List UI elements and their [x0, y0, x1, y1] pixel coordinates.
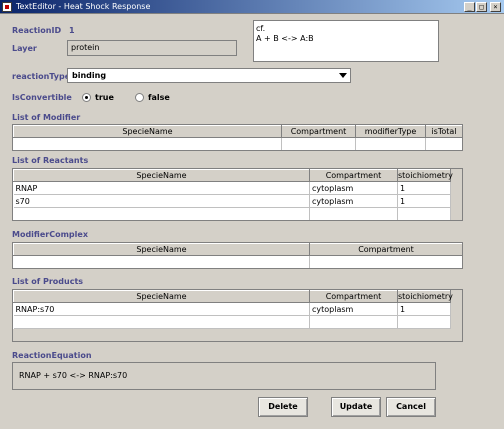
cell-compartment[interactable]: cytoplasm [309, 181, 398, 195]
modifier-complex-table-panel: SpecieName Compartment [12, 242, 463, 269]
column-header-specie-name[interactable]: SpecieName [13, 243, 310, 256]
cell-compartment[interactable]: cytoplasm [309, 194, 398, 208]
note-line-2: A + B <-> A:B [256, 34, 314, 43]
true-radio[interactable] [82, 93, 91, 102]
cell-specie-name[interactable]: s70 [13, 194, 310, 208]
true-radio-label[interactable]: true [95, 93, 114, 102]
reaction-type-value: binding [72, 71, 107, 80]
cell-specie-name[interactable]: RNAP:s70 [13, 302, 310, 316]
cell-stoichiometry[interactable]: 1 [397, 181, 451, 195]
column-header-stoichiometry[interactable]: stoichiometry [397, 290, 453, 303]
modifier-complex-table: SpecieName Compartment [13, 243, 462, 268]
column-header-specie-name[interactable]: SpecieName [13, 290, 310, 303]
column-header-specie-name[interactable]: SpecieName [13, 169, 310, 182]
false-radio[interactable] [135, 93, 144, 102]
maximize-button[interactable]: □ [476, 2, 487, 12]
equation-field[interactable]: RNAP + s70 <-> RNAP:s70 [12, 362, 436, 390]
layer-field[interactable]: protein [67, 40, 237, 56]
table-row[interactable] [13, 315, 451, 329]
reaction-id-label: ReactionID [12, 26, 62, 35]
reactants-section-label: List of Reactants [12, 156, 89, 165]
note-line-1: cf. [256, 24, 266, 33]
reaction-type-select[interactable]: binding [67, 68, 351, 83]
chevron-down-icon [339, 73, 347, 78]
column-header-compartment[interactable]: Compartment [309, 169, 398, 182]
close-button[interactable]: × [490, 2, 501, 12]
column-header-compartment[interactable]: Compartment [281, 125, 356, 138]
column-header-stoichiometry[interactable]: stoichiometry [397, 169, 453, 182]
modifier-complex-section-label: ModifierComplex [12, 230, 88, 239]
column-header-compartment[interactable]: Compartment [309, 290, 398, 303]
table-row[interactable] [13, 207, 451, 220]
column-header-is-total[interactable]: isTotal [425, 125, 462, 138]
column-header-specie-name[interactable]: SpecieName [13, 125, 282, 138]
cell-stoichiometry[interactable]: 1 [397, 302, 451, 316]
delete-button[interactable]: Delete [258, 397, 308, 417]
note-box[interactable]: cf. A + B <-> A:B [253, 20, 439, 62]
modifier-table-panel: SpecieName Compartment modifierType isTo… [12, 124, 463, 151]
is-convertible-label: IsConvertible [12, 93, 72, 102]
cell-stoichiometry[interactable]: 1 [397, 194, 451, 208]
products-table: SpecieName Compartment stoichiometry RNA… [13, 290, 453, 329]
cell-specie-name[interactable]: RNAP [13, 181, 310, 195]
update-button[interactable]: Update [331, 397, 381, 417]
table-row[interactable]: RNAP cytoplasm 1 [13, 181, 451, 195]
table-row[interactable] [13, 137, 462, 150]
layer-label: Layer [12, 44, 37, 53]
products-section-label: List of Products [12, 277, 84, 286]
cell-compartment[interactable]: cytoplasm [309, 302, 398, 316]
equation-section-label: ReactionEquation [12, 351, 92, 360]
reactants-table: SpecieName Compartment stoichiometry RNA… [13, 169, 453, 220]
reactants-table-panel: SpecieName Compartment stoichiometry RNA… [12, 168, 463, 221]
title-bar[interactable]: TextEditor - Heat Shock Response _ □ × [0, 0, 504, 14]
window-title: TextEditor - Heat Shock Response [16, 2, 151, 11]
column-header-compartment[interactable]: Compartment [309, 243, 462, 256]
app-icon [2, 2, 12, 12]
table-row[interactable]: RNAP:s70 cytoplasm 1 [13, 302, 451, 316]
false-radio-label[interactable]: false [148, 93, 170, 102]
reaction-id-value: 1 [69, 26, 75, 35]
minimize-button[interactable]: _ [464, 2, 475, 12]
modifier-table: SpecieName Compartment modifierType isTo… [13, 125, 462, 150]
reaction-type-label: reactionType [12, 72, 71, 81]
table-row[interactable] [13, 255, 462, 268]
products-table-panel: SpecieName Compartment stoichiometry RNA… [12, 289, 463, 342]
column-header-modifier-type[interactable]: modifierType [355, 125, 426, 138]
modifier-section-label: List of Modifier [12, 113, 81, 122]
cancel-button[interactable]: Cancel [386, 397, 436, 417]
table-row[interactable]: s70 cytoplasm 1 [13, 194, 451, 208]
